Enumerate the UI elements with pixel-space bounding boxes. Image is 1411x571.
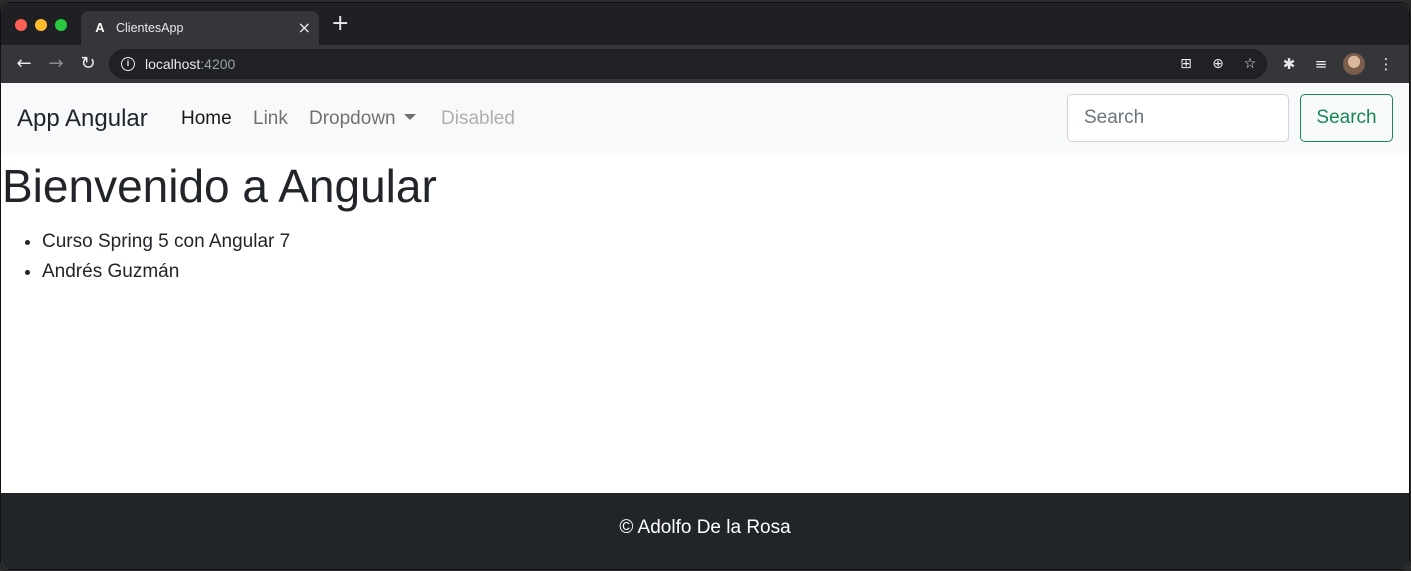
forward-icon[interactable]: → — [45, 53, 67, 75]
translate-icon[interactable]: ⊞ — [1176, 54, 1196, 74]
nav-item-home[interactable]: Home — [181, 108, 232, 130]
list-item: Curso Spring 5 con Angular 7 — [42, 227, 290, 257]
nav-item-disabled: Disabled — [441, 108, 515, 129]
puzzle-icon[interactable]: ✱ — [1279, 54, 1299, 74]
nav-item-dropdown[interactable]: Dropdown — [309, 108, 416, 130]
browser-window: A ClientesApp × + ← → ↻ i localhost:4200… — [1, 3, 1409, 569]
tab-close-icon[interactable]: × — [298, 18, 311, 38]
reload-icon[interactable]: ↻ — [77, 53, 99, 75]
zoom-icon[interactable]: ⊕ — [1208, 54, 1228, 74]
search-input[interactable] — [1067, 94, 1289, 142]
navbar: App Angular Home Link Dropdown Disabled … — [1, 83, 1409, 153]
url-host: localhost — [145, 56, 201, 72]
list-item: Andrés Guzmán — [42, 257, 290, 287]
angular-favicon-icon: A — [95, 20, 105, 35]
tab-clientesapp[interactable]: A ClientesApp × — [81, 11, 319, 45]
nav-item-dropdown-label: Dropdown — [309, 108, 396, 129]
new-tab-button[interactable]: + — [331, 13, 349, 35]
profile-avatar[interactable] — [1343, 53, 1365, 75]
address-bar[interactable]: i localhost:4200 ⊞ ⊕ ☆ — [109, 49, 1267, 79]
maximize-window-button[interactable] — [55, 19, 67, 31]
browser-toolbar: ← → ↻ i localhost:4200 ⊞ ⊕ ☆ ✱ ≡ ⋮ — [1, 45, 1409, 83]
kebab-menu-icon[interactable]: ⋮ — [1376, 54, 1396, 74]
back-icon[interactable]: ← — [13, 53, 35, 75]
page-content: App Angular Home Link Dropdown Disabled … — [1, 83, 1409, 569]
caret-down-icon — [403, 114, 416, 120]
footer-text: © Adolfo De la Rosa — [619, 517, 791, 538]
search-button[interactable]: Search — [1300, 94, 1393, 142]
page-title: Bienvenido a Angular — [2, 160, 437, 212]
footer: © Adolfo De la Rosa — [1, 493, 1409, 569]
url-port: :4200 — [200, 56, 236, 72]
info-list: Curso Spring 5 con Angular 7 Andrés Guzm… — [42, 227, 290, 287]
nav-item-link[interactable]: Link — [253, 108, 288, 130]
minimize-window-button[interactable] — [35, 19, 47, 31]
url-text: localhost:4200 — [145, 56, 235, 72]
tab-title: ClientesApp — [116, 21, 184, 35]
star-icon[interactable]: ☆ — [1240, 54, 1260, 74]
navbar-brand[interactable]: App Angular — [17, 105, 148, 133]
tab-bar: A ClientesApp × + — [1, 3, 1409, 45]
close-window-button[interactable] — [15, 19, 27, 31]
playlist-icon[interactable]: ≡ — [1311, 54, 1331, 74]
info-icon[interactable]: i — [121, 57, 135, 71]
